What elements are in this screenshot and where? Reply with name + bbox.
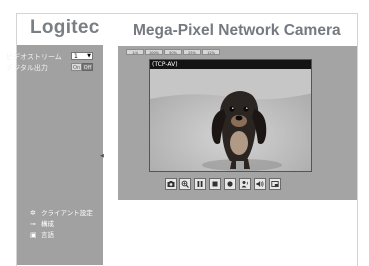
menu-item-configuration[interactable]: ⊸ 構成 bbox=[30, 218, 54, 228]
language-icon: ▣ bbox=[30, 231, 37, 239]
page-title: Mega-Pixel Network Camera bbox=[133, 22, 341, 39]
zoom-button[interactable] bbox=[179, 178, 191, 190]
menu-item-label: 構成 bbox=[41, 220, 54, 228]
stream-protocol-label: (TCP-AV) bbox=[152, 61, 178, 68]
digital-output-on-button[interactable]: On bbox=[71, 63, 82, 71]
pause-button[interactable] bbox=[194, 178, 206, 190]
resolution-tab-12[interactable]: 12% bbox=[202, 49, 220, 55]
fullscreen-icon bbox=[271, 181, 279, 187]
menu-item-language[interactable]: ▣ 言語 bbox=[30, 229, 54, 239]
pause-icon bbox=[197, 181, 203, 187]
resolution-tab-100[interactable]: 100% bbox=[145, 49, 163, 55]
menu-item-client-settings[interactable]: ✲ クライアント設定 bbox=[30, 207, 93, 217]
speaker-button[interactable] bbox=[254, 178, 266, 190]
collapse-sidebar-icon[interactable]: ◀ bbox=[100, 153, 104, 159]
stop-icon bbox=[212, 181, 218, 187]
record-button[interactable] bbox=[224, 178, 236, 190]
talk-button[interactable] bbox=[239, 178, 251, 190]
resolution-tab-25[interactable]: 25% bbox=[183, 49, 201, 55]
menu-item-label: 言語 bbox=[41, 231, 54, 239]
video-status-bar: (TCP-AV) bbox=[150, 60, 311, 69]
speaker-icon bbox=[256, 181, 264, 187]
resolution-tab-quarter[interactable]: 1/4 bbox=[126, 49, 144, 55]
resolution-tab-50[interactable]: 50% bbox=[164, 49, 182, 55]
talk-icon bbox=[241, 181, 248, 188]
video-stream-label: ビデオストリーム bbox=[6, 53, 62, 61]
menu-item-label: クライアント設定 bbox=[41, 209, 93, 217]
stop-button[interactable] bbox=[209, 178, 221, 190]
video-viewer[interactable]: (TCP-AV) bbox=[149, 59, 312, 172]
video-stream-select[interactable]: 1 ▼ bbox=[71, 52, 93, 60]
wrench-icon: ⊸ bbox=[30, 220, 36, 228]
zoom-icon bbox=[181, 180, 189, 188]
video-stream-value: 1 bbox=[74, 53, 78, 60]
camera-feed-image bbox=[150, 69, 311, 171]
digital-output-label: デジタル出力 bbox=[6, 64, 48, 72]
logitec-logo: Logitec bbox=[30, 17, 100, 38]
gear-icon: ✲ bbox=[30, 209, 36, 217]
fullscreen-button[interactable] bbox=[269, 178, 281, 190]
record-icon bbox=[227, 181, 233, 187]
snapshot-icon bbox=[167, 181, 175, 187]
digital-output-off-button[interactable]: Off bbox=[82, 63, 93, 71]
chevron-down-icon: ▼ bbox=[87, 53, 91, 59]
snapshot-button[interactable] bbox=[165, 178, 177, 190]
